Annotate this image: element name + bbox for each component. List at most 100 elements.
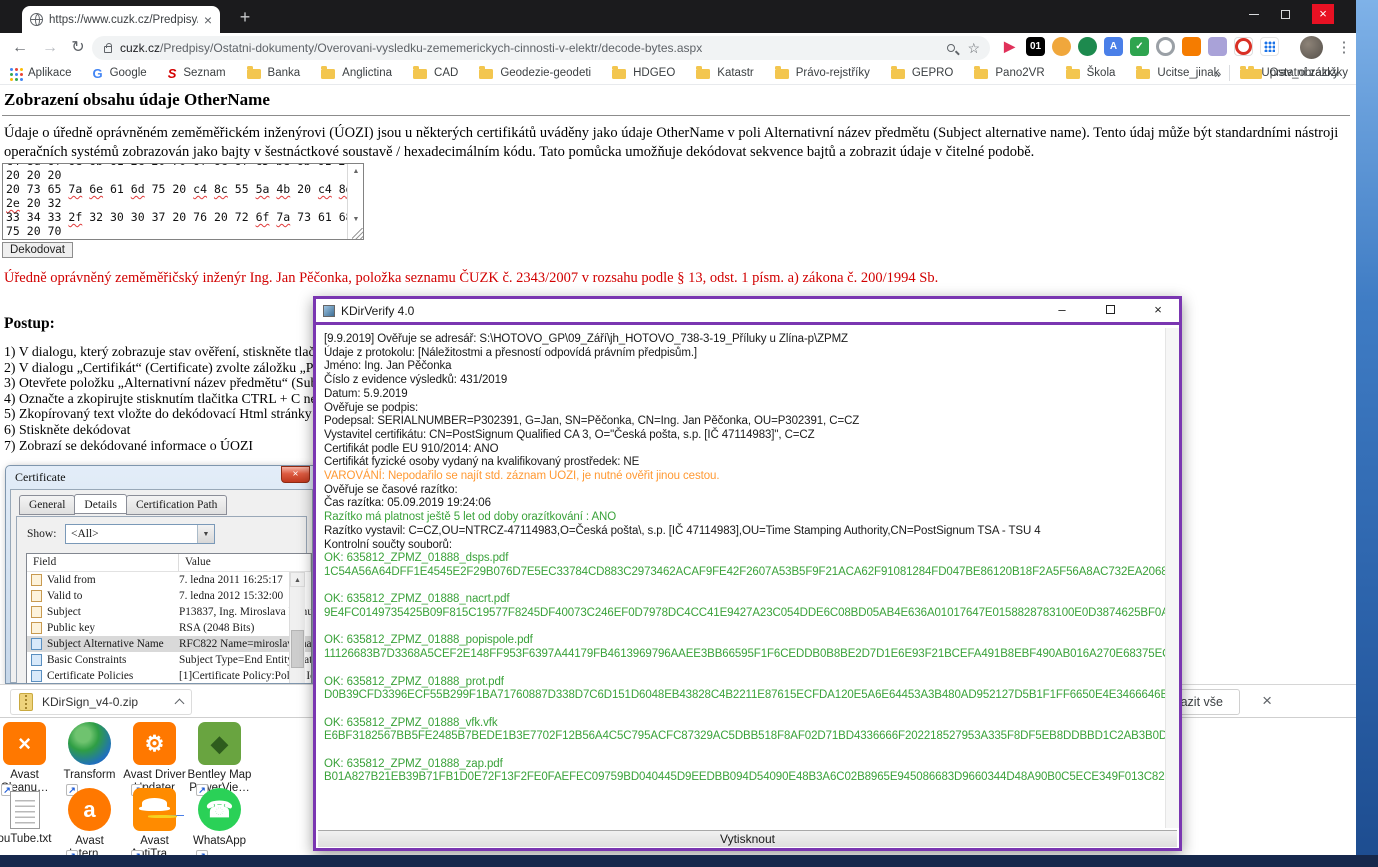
close-button[interactable]: × bbox=[1137, 298, 1179, 324]
chevron-up-icon[interactable] bbox=[175, 699, 185, 709]
bookmark-item[interactable]: CAD bbox=[413, 67, 458, 79]
field-name: Public key bbox=[47, 622, 179, 634]
desktop-icon[interactable]: a ↗ AvastIntern… bbox=[57, 788, 122, 861]
bookmark-item[interactable]: Seznam bbox=[168, 66, 226, 81]
log-line: Vystavitel certifikátu: CN=PostSignum Qu… bbox=[324, 429, 1159, 443]
bookmark-item[interactable]: Aplikace bbox=[10, 67, 71, 79]
extension-icon[interactable] bbox=[1208, 37, 1227, 56]
print-button[interactable]: Vytisknout bbox=[318, 830, 1177, 847]
desktop-icon[interactable]: ↗ ouTube.txt bbox=[0, 788, 57, 861]
certificate-tab[interactable]: General bbox=[19, 495, 75, 515]
table-row[interactable]: Valid to 7. ledna 2012 15:32:00 bbox=[27, 588, 311, 604]
bookmark-item[interactable]: HDGEO bbox=[612, 67, 675, 79]
search-icon[interactable] bbox=[947, 44, 955, 52]
table-row[interactable]: Subject Alternative Name RFC822 Name=mir… bbox=[27, 636, 311, 652]
address-bar[interactable]: cuzk.cz/Predpisy/Ostatni-dokumenty/Overo… bbox=[92, 36, 990, 60]
table-row[interactable]: Certificate Policies [1]Certificate Poli… bbox=[27, 668, 311, 684]
extension-icon[interactable] bbox=[1052, 37, 1071, 56]
menu-kebab-icon[interactable]: ⋮ bbox=[1334, 37, 1354, 59]
certificate-close-button[interactable]: × bbox=[281, 466, 310, 483]
certificate-tab[interactable]: Certification Path bbox=[126, 495, 227, 515]
dropdown-arrow-icon[interactable]: ▼ bbox=[197, 525, 214, 543]
extension-icon[interactable] bbox=[1260, 37, 1279, 56]
window-maximize-button[interactable] bbox=[1281, 10, 1290, 19]
extension-icon[interactable] bbox=[1156, 37, 1175, 56]
extension-icon[interactable] bbox=[1078, 37, 1097, 56]
app-icon[interactable]: a bbox=[68, 788, 111, 831]
extension-icon[interactable]: A bbox=[1104, 37, 1123, 56]
new-tab-button[interactable]: + bbox=[232, 5, 258, 31]
bookmark-item[interactable]: GEPRO bbox=[891, 67, 954, 79]
bookmark-label: Banka bbox=[268, 67, 301, 79]
app-icon[interactable]: × bbox=[3, 722, 46, 765]
value-column-header[interactable]: Value bbox=[179, 554, 311, 571]
window-title: KDirVerify 4.0 bbox=[341, 304, 1035, 318]
reload-icon[interactable]: ↻ bbox=[66, 36, 90, 60]
scroll-up-arrow-icon[interactable]: ▲ bbox=[348, 165, 364, 177]
bookmark-item[interactable]: Banka bbox=[247, 67, 301, 79]
bookmarks-overflow-chevron[interactable]: » bbox=[1214, 66, 1221, 81]
app-icon[interactable]: ☎ bbox=[198, 788, 241, 831]
desktop-icon[interactable]: ☎ ↗ WhatsApp bbox=[187, 788, 252, 861]
profile-avatar[interactable] bbox=[1300, 36, 1323, 59]
table-row[interactable]: Basic Constraints Subject Type=End Entit… bbox=[27, 652, 311, 668]
app-icon[interactable] bbox=[68, 722, 111, 765]
app-icon[interactable]: ⚙ bbox=[133, 722, 176, 765]
show-dropdown[interactable]: <All>▼ bbox=[65, 524, 215, 544]
scroll-up-arrow-icon[interactable]: ▲ bbox=[290, 572, 305, 587]
extension-icon[interactable]: 01 bbox=[1026, 37, 1045, 56]
window-close-button[interactable]: × bbox=[1312, 4, 1334, 24]
log-line bbox=[324, 621, 1159, 635]
bookmark-item[interactable]: Anglictina bbox=[321, 67, 392, 79]
bookmark-folder-icon bbox=[775, 69, 789, 79]
table-row[interactable]: Public key RSA (2048 Bits) bbox=[27, 620, 311, 636]
bookmark-item[interactable]: Škola bbox=[1066, 67, 1116, 79]
desktop-icon[interactable]: ↗ Transform bbox=[57, 722, 122, 795]
extension-icon[interactable]: ✓ bbox=[1130, 37, 1149, 56]
certificate-tab[interactable]: Details bbox=[74, 494, 127, 514]
hex-input-textarea[interactable]: c4 8d 6f 6e 6b 61 2c 20 70 6f 6c 6f c5 b… bbox=[2, 163, 364, 240]
bookmark-item[interactable]: Geodezie-geodeti bbox=[479, 67, 591, 79]
app-icon[interactable] bbox=[133, 788, 176, 831]
scroll-down-arrow-icon[interactable]: ▼ bbox=[348, 213, 364, 225]
bookmark-item[interactable]: Pano2VR bbox=[974, 67, 1044, 79]
table-row[interactable]: Valid from 7. ledna 2011 16:25:17 bbox=[27, 572, 311, 588]
back-icon[interactable]: ← bbox=[8, 36, 32, 60]
download-item[interactable]: KDirSign_v4-0.zip bbox=[10, 689, 192, 715]
log-line: E6BF3182567BB5FE2485B7BEDE1B3E7702F12B56… bbox=[324, 730, 1159, 744]
decode-button[interactable]: Dekodovat bbox=[2, 242, 73, 258]
desktop-icon[interactable]: × ↗ AvastCleanu… bbox=[0, 722, 57, 795]
bookmark-item[interactable]: Katastr bbox=[696, 67, 753, 79]
bookmark-label: Geodezie-geodeti bbox=[500, 67, 591, 79]
desktop-icon[interactable]: ◆ ↗ Bentley MapPowerVie… bbox=[187, 722, 252, 795]
browser-tab[interactable]: https://www.cuzk.cz/Predpisy/O × bbox=[22, 6, 220, 33]
list-scrollbar[interactable]: ▲ ▼ bbox=[289, 572, 305, 684]
app-icon[interactable] bbox=[10, 791, 40, 829]
kdirverify-titlebar[interactable]: KDirVerify 4.0 – × bbox=[316, 299, 1179, 325]
screen: https://www.cuzk.cz/Predpisy/O × + × ← →… bbox=[0, 0, 1378, 867]
minimize-button[interactable]: – bbox=[1041, 298, 1083, 324]
extension-icon[interactable]: ▶ bbox=[1000, 37, 1019, 56]
bookmark-item[interactable]: Google bbox=[92, 66, 146, 81]
table-row[interactable]: Subject P13837, Ing. Miroslava Hanuš… bbox=[27, 604, 311, 620]
bookmark-item[interactable]: Právo-rejstříky bbox=[775, 67, 870, 79]
log-line: Razítko vystavil: C=CZ,OU=NTRCZ-47114983… bbox=[324, 525, 1159, 539]
textarea-resize-grip-icon[interactable] bbox=[352, 228, 363, 239]
site-favicon-globe-icon bbox=[30, 13, 43, 26]
bookmark-item[interactable]: Ucitse_jinak bbox=[1136, 67, 1219, 79]
scrollbar-thumb[interactable] bbox=[291, 630, 304, 668]
other-bookmarks[interactable]: Ostatní záložky bbox=[1248, 67, 1348, 79]
field-column-header[interactable]: Field bbox=[27, 554, 179, 571]
extension-icon[interactable] bbox=[1234, 37, 1253, 56]
bookmark-folder-icon bbox=[974, 69, 988, 79]
bookmark-star-icon[interactable]: ☆ bbox=[967, 41, 980, 55]
shelf-close-icon[interactable]: × bbox=[1262, 691, 1272, 711]
desktop-icon[interactable]: ⚙ ↗ Avast DriverUpdater bbox=[122, 722, 187, 795]
maximize-button[interactable] bbox=[1089, 298, 1131, 324]
desktop-icon[interactable]: ↗ AvastAntiTra… bbox=[122, 788, 187, 861]
app-icon[interactable]: ◆ bbox=[198, 722, 241, 765]
extension-icon[interactable] bbox=[1182, 37, 1201, 56]
tab-close-icon[interactable]: × bbox=[204, 13, 212, 27]
window-minimize-button[interactable] bbox=[1249, 14, 1259, 15]
forward-icon[interactable]: → bbox=[38, 36, 62, 60]
